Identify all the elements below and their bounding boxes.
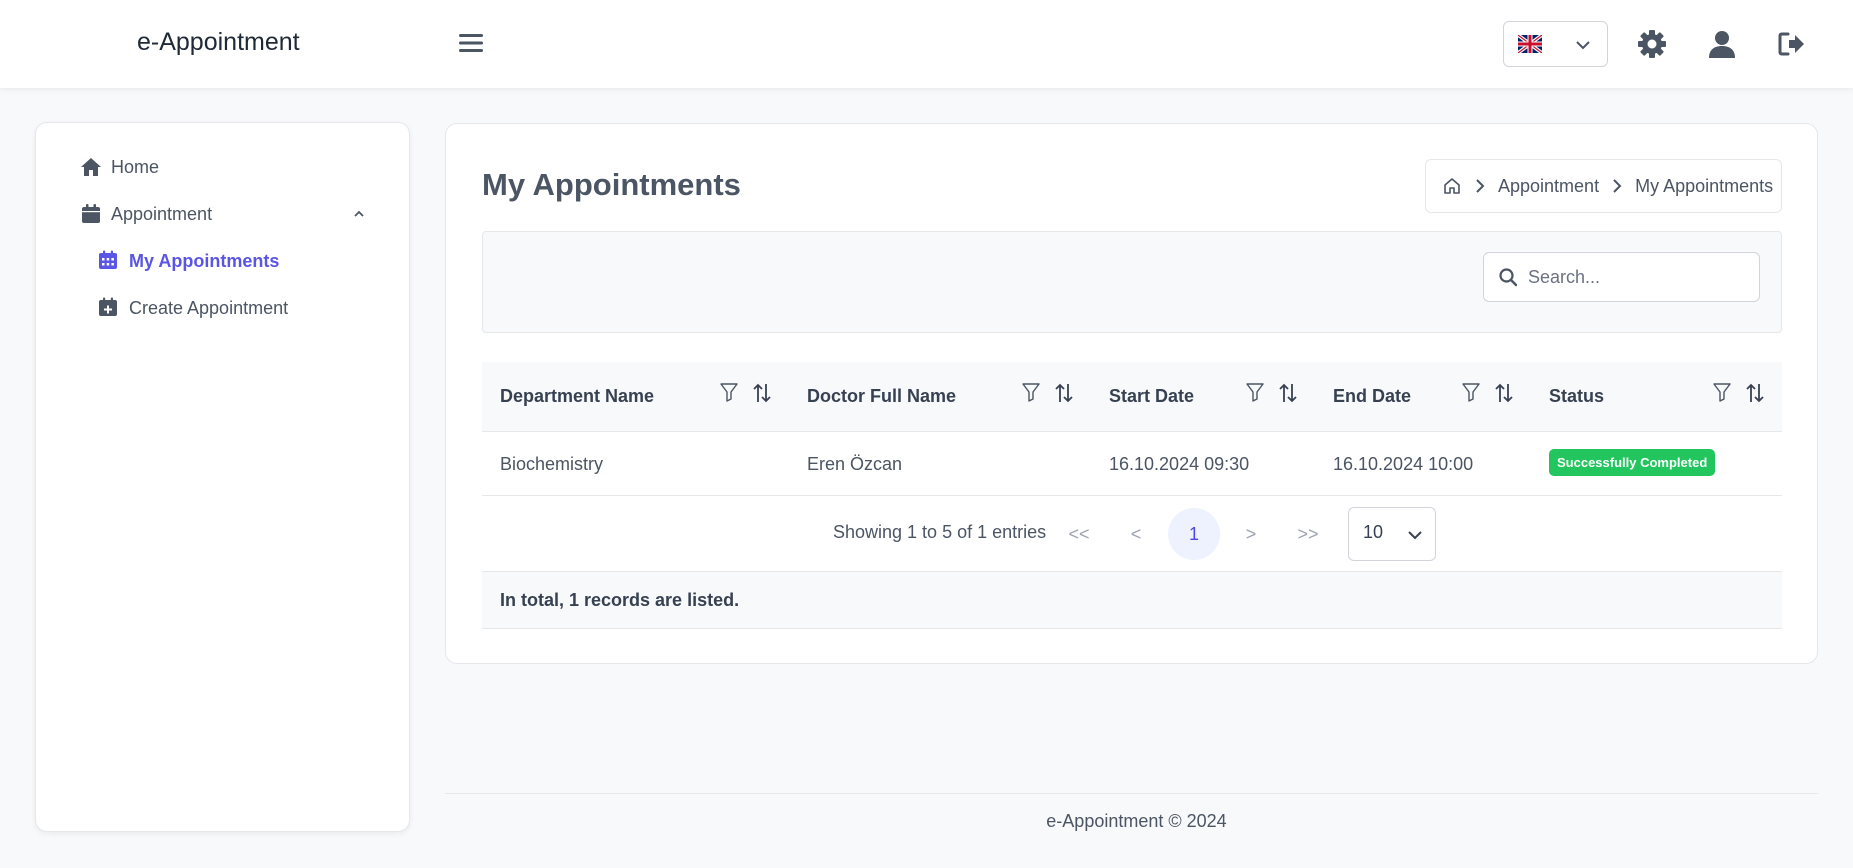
sidebar-item-label: My Appointments	[129, 250, 280, 271]
gear-icon[interactable]	[1636, 28, 1668, 60]
cell-department: Biochemistry	[500, 454, 604, 474]
chevron-up-icon	[352, 205, 366, 226]
sidebar: Home Appointment My Appointments Create …	[35, 122, 410, 832]
column-header-department[interactable]: Department Name	[500, 386, 654, 407]
filter-icon[interactable]	[1022, 382, 1040, 409]
sort-icon[interactable]	[1054, 382, 1074, 409]
sort-icon[interactable]	[1745, 382, 1765, 409]
filter-icon[interactable]	[1713, 382, 1731, 409]
table-toolbar	[482, 231, 1782, 333]
cell-doctor: Eren Özcan	[807, 454, 903, 474]
pagination: Showing 1 to 5 of 1 entries << < 1 > >> …	[482, 496, 1782, 572]
sidebar-item-home[interactable]: Home	[80, 156, 159, 178]
main-card: My Appointments Appointment My Appointme…	[445, 123, 1818, 664]
table-row[interactable]: Biochemistry Eren Özcan 16.10.2024 09:30…	[482, 432, 1782, 496]
chevron-down-icon	[1574, 36, 1592, 59]
table-footer: In total, 1 records are listed.	[482, 572, 1782, 629]
filter-icon[interactable]	[720, 382, 738, 409]
sidebar-item-create-appointment[interactable]: Create Appointment	[98, 297, 288, 319]
home-icon	[80, 156, 102, 178]
appointments-table: Department Name Doctor Full Name Start D…	[482, 362, 1782, 629]
sort-icon[interactable]	[1494, 382, 1514, 409]
prev-page-button[interactable]: <	[1110, 508, 1162, 560]
next-page-button[interactable]: >	[1225, 508, 1277, 560]
language-select[interactable]	[1503, 21, 1608, 67]
home-outline-icon[interactable]	[1442, 176, 1462, 196]
brand-title: e-Appointment	[137, 28, 300, 56]
footer: e-Appointment © 2024	[1046, 811, 1227, 831]
breadcrumb-appointment[interactable]: Appointment	[1498, 176, 1599, 197]
calendar-grid-icon	[98, 250, 120, 272]
status-badge: Successfully Completed	[1549, 449, 1716, 476]
sidebar-item-label: Appointment	[111, 203, 213, 224]
page-1-button[interactable]: 1	[1168, 508, 1220, 560]
column-header-end-date[interactable]: End Date	[1333, 386, 1411, 407]
sidebar-item-label: Create Appointment	[129, 297, 289, 318]
filter-icon[interactable]	[1246, 382, 1264, 409]
search-input[interactable]	[1528, 253, 1753, 301]
column-header-start-date[interactable]: Start Date	[1109, 386, 1194, 407]
breadcrumb: Appointment My Appointments	[1425, 159, 1782, 213]
hamburger-icon[interactable]	[458, 30, 484, 56]
sort-icon[interactable]	[752, 382, 772, 409]
chevron-right-icon	[1474, 179, 1486, 193]
pagination-info: Showing 1 to 5 of 1 entries	[833, 522, 1047, 542]
rows-per-page-select[interactable]: 10	[1348, 507, 1436, 561]
top-bar: e-Appointment	[0, 0, 1853, 88]
user-icon[interactable]	[1706, 28, 1738, 60]
last-page-button[interactable]: >>	[1282, 508, 1334, 560]
column-header-status[interactable]: Status	[1549, 386, 1604, 407]
calendar-plus-icon	[98, 297, 120, 319]
sidebar-item-my-appointments[interactable]: My Appointments	[98, 250, 279, 272]
search-icon	[1499, 268, 1518, 287]
cell-start-date: 16.10.2024 09:30	[1109, 454, 1250, 474]
uk-flag-icon	[1516, 33, 1544, 58]
chevron-down-icon	[1408, 531, 1422, 540]
breadcrumb-my-appointments: My Appointments	[1635, 175, 1774, 196]
total-records-text: In total, 1 records are listed.	[500, 590, 740, 610]
logout-icon[interactable]	[1776, 28, 1808, 60]
cell-end-date: 16.10.2024 10:00	[1333, 454, 1474, 474]
sort-icon[interactable]	[1278, 382, 1298, 409]
search-box	[1483, 252, 1760, 302]
table-header: Department Name Doctor Full Name Start D…	[482, 362, 1782, 432]
filter-icon[interactable]	[1462, 382, 1480, 409]
sidebar-item-appointment[interactable]: Appointment	[80, 203, 370, 225]
column-header-doctor[interactable]: Doctor Full Name	[807, 386, 956, 407]
footer-divider	[445, 793, 1818, 794]
page-title: My Appointments	[482, 167, 741, 202]
first-page-button[interactable]: <<	[1053, 508, 1105, 560]
chevron-right-icon	[1611, 179, 1623, 193]
calendar-icon	[80, 203, 102, 225]
sidebar-item-label: Home	[111, 156, 160, 177]
rows-per-page-value: 10	[1363, 522, 1384, 542]
